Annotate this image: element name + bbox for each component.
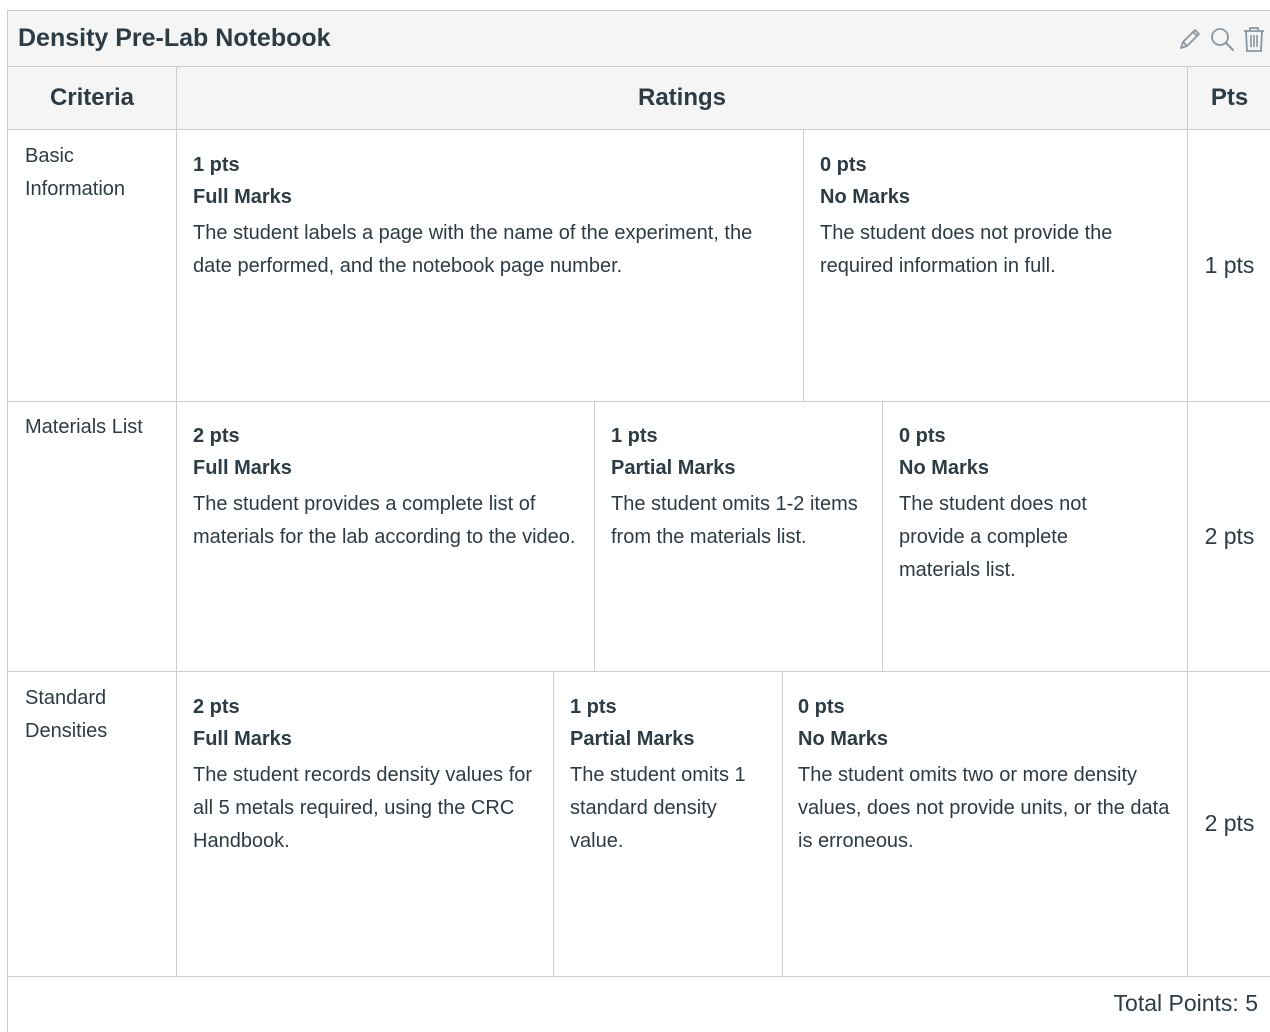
- rating-name: Full Marks: [193, 186, 292, 208]
- rating-name: Full Marks: [193, 457, 292, 479]
- rating-cell[interactable]: 0 pts No Marks The student does not prov…: [820, 149, 1175, 283]
- rating-points: 1 pts: [611, 425, 658, 447]
- rating-cell[interactable]: 1 pts Full Marks The student labels a pa…: [193, 149, 783, 283]
- rating-name: No Marks: [820, 186, 911, 208]
- search-icon[interactable]: [1207, 23, 1237, 55]
- rating-points: 2 pts: [193, 425, 240, 447]
- rating-name: Partial Marks: [611, 457, 736, 479]
- trash-icon[interactable]: [1239, 23, 1269, 55]
- criterion-points: 1 pts: [1204, 252, 1255, 278]
- pencil-icon[interactable]: [1175, 23, 1205, 55]
- rating-divider: [594, 401, 595, 671]
- row-divider: [8, 976, 1270, 977]
- rating-points: 1 pts: [570, 696, 617, 718]
- rating-description: The student provides a complete list of …: [193, 493, 576, 548]
- rating-description: The student records density values for a…: [193, 764, 533, 852]
- rubric-title: Density Pre-Lab Notebook: [18, 24, 331, 52]
- rubric-header-row: Criteria Ratings Pts: [8, 67, 1270, 130]
- rating-name: Full Marks: [193, 728, 292, 750]
- rubric-table: Density Pre-Lab Notebook Criteria Rating…: [7, 10, 1270, 1032]
- rating-description: The student does not provide a complete …: [899, 493, 1087, 581]
- total-points: Total Points: 5: [1113, 990, 1258, 1016]
- criteria-column-divider: [176, 67, 177, 977]
- rating-cell[interactable]: 1 pts Partial Marks The student omits 1 …: [570, 691, 770, 858]
- rating-description: The student does not provide the require…: [820, 222, 1113, 277]
- rating-divider: [882, 401, 883, 671]
- rubric-title-bar: Density Pre-Lab Notebook: [8, 11, 1270, 67]
- rating-name: No Marks: [798, 728, 889, 750]
- rating-cell[interactable]: 0 pts No Marks The student omits two or …: [798, 691, 1176, 858]
- criterion-label: Materials List: [25, 416, 143, 438]
- criterion-points: 2 pts: [1204, 522, 1255, 549]
- criterion-label: Basic Information: [25, 145, 126, 200]
- rating-points: 2 pts: [193, 696, 240, 718]
- rating-points: 0 pts: [899, 425, 946, 447]
- rating-name: No Marks: [899, 457, 990, 479]
- rating-description: The student omits 1-2 items from the mat…: [611, 493, 858, 548]
- ratings-header: Ratings: [637, 84, 726, 111]
- rating-points: 1 pts: [193, 154, 240, 176]
- rating-description: The student omits 1 standard density val…: [570, 764, 746, 852]
- rating-description: The student omits two or more density va…: [798, 764, 1170, 852]
- rating-cell[interactable]: 0 pts No Marks The student does not prov…: [899, 420, 1119, 587]
- row-divider: [8, 401, 1270, 402]
- rating-name: Partial Marks: [570, 728, 695, 750]
- criteria-header: Criteria: [49, 84, 135, 111]
- rating-points: 0 pts: [798, 696, 845, 718]
- rating-cell[interactable]: 2 pts Full Marks The student provides a …: [193, 420, 578, 554]
- rating-cell[interactable]: 2 pts Full Marks The student records den…: [193, 691, 538, 858]
- rubric-actions: [1175, 23, 1269, 55]
- row-divider: [8, 671, 1270, 672]
- criterion-label: Standard Densities: [25, 687, 108, 742]
- rating-description: The student labels a page with the name …: [193, 222, 753, 277]
- rating-divider: [782, 671, 783, 976]
- rating-points: 0 pts: [820, 154, 867, 176]
- rating-cell[interactable]: 1 pts Partial Marks The student omits 1-…: [611, 420, 863, 554]
- rating-divider: [553, 671, 554, 976]
- pts-header: Pts: [1210, 84, 1249, 111]
- rating-divider: [803, 130, 804, 401]
- criterion-points: 2 pts: [1204, 810, 1255, 836]
